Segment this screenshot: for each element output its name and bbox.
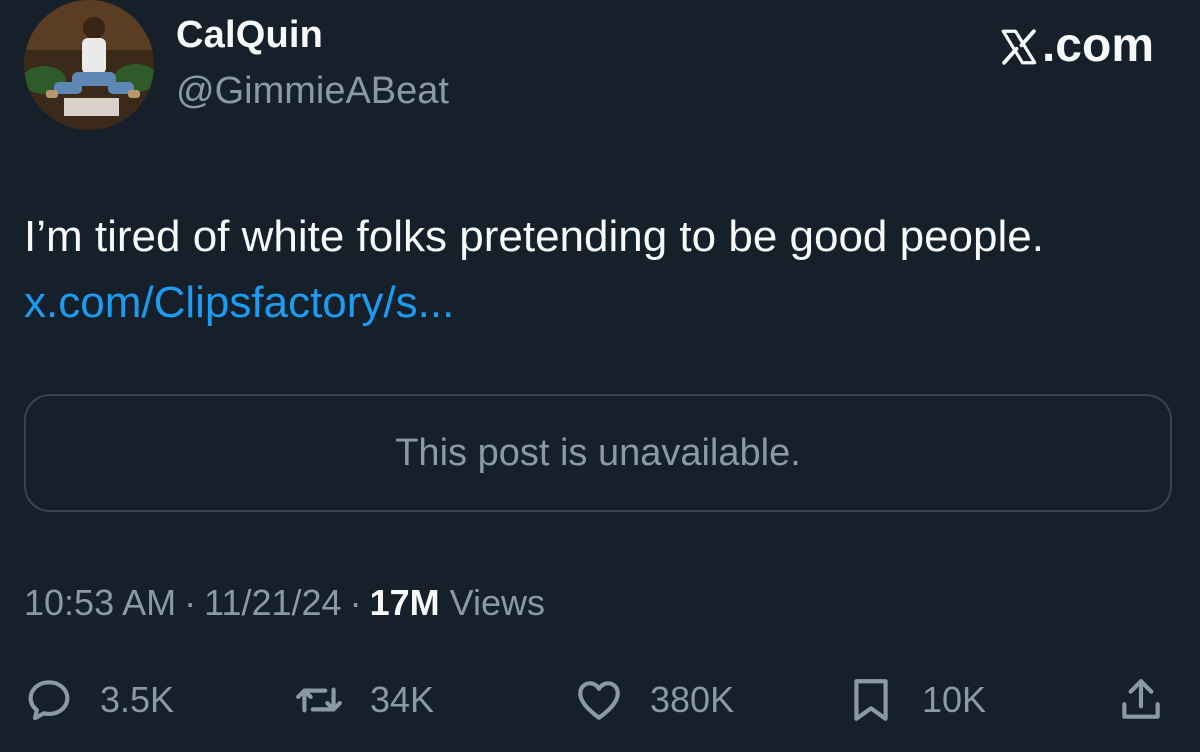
quoted-post-card: This post is unavailable. bbox=[24, 394, 1172, 512]
tweet-link[interactable]: x.com/Clipsfactory/s... bbox=[24, 278, 454, 327]
display-name[interactable]: CalQuin bbox=[176, 14, 323, 57]
tweet-time[interactable]: 10:53 AM bbox=[24, 582, 176, 623]
brand-watermark: .com bbox=[998, 18, 1154, 73]
share-button[interactable] bbox=[1116, 660, 1166, 740]
bookmark-icon bbox=[854, 679, 888, 721]
avatar[interactable] bbox=[24, 0, 154, 130]
views-label: Views bbox=[449, 582, 546, 623]
action-bar: 3.5K 34K 380K 10K bbox=[0, 660, 1200, 740]
tweet-text: I’m tired of white folks pretending to b… bbox=[24, 212, 1044, 261]
bookmark-button[interactable]: 10K bbox=[846, 660, 986, 740]
tweet-card: CalQuin @GimmieABeat .com I’m tired of w… bbox=[0, 0, 1200, 752]
tweet-meta: 10:53 AM · 11/21/24 · 17M Views bbox=[24, 582, 545, 624]
x-logo-icon bbox=[998, 25, 1040, 67]
repost-button[interactable]: 34K bbox=[294, 660, 434, 740]
like-button[interactable]: 380K bbox=[574, 660, 734, 740]
reply-count: 3.5K bbox=[100, 679, 175, 720]
heart-icon bbox=[578, 681, 620, 720]
meta-separator: · bbox=[349, 582, 362, 623]
reply-button[interactable]: 3.5K bbox=[24, 660, 174, 740]
avatar-image bbox=[24, 0, 154, 130]
bookmark-count: 10K bbox=[922, 679, 987, 720]
tweet-date[interactable]: 11/21/24 bbox=[204, 582, 341, 623]
meta-separator: · bbox=[184, 582, 197, 623]
views-count: 17M bbox=[369, 582, 440, 623]
brand-label: .com bbox=[1041, 19, 1154, 72]
repost-count: 34K bbox=[370, 679, 435, 720]
share-icon bbox=[1122, 679, 1160, 719]
unavailable-message: This post is unavailable. bbox=[395, 431, 801, 474]
tweet-body: I’m tired of white folks pretending to b… bbox=[24, 204, 1174, 336]
like-count: 380K bbox=[650, 679, 735, 720]
reply-icon bbox=[28, 680, 70, 721]
user-handle[interactable]: @GimmieABeat bbox=[176, 70, 449, 113]
repost-icon bbox=[296, 687, 342, 713]
